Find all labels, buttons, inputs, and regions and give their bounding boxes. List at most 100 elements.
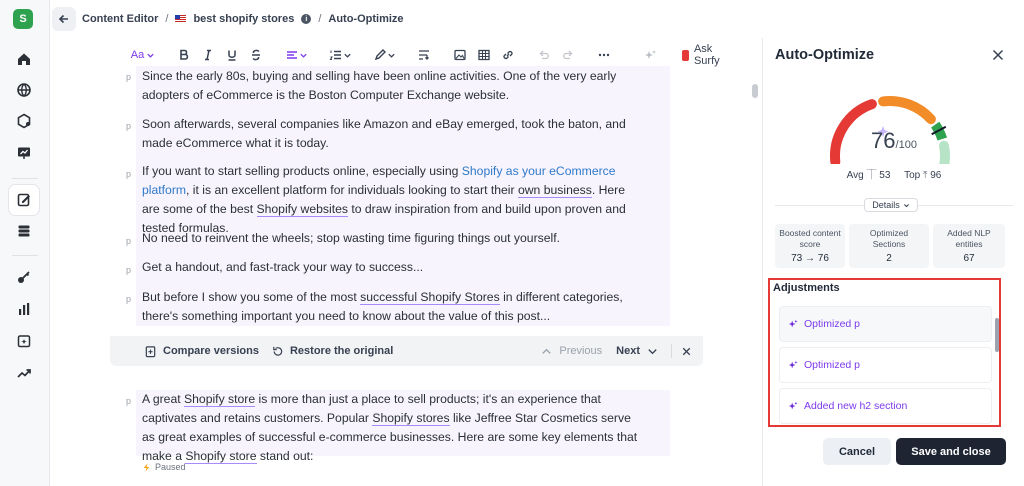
underline-button[interactable] [222,45,242,65]
keyword-highlight[interactable]: Shopify websites [256,202,348,217]
score-max: /100 [895,139,917,151]
paragraph[interactable]: A great Shopify store is more than just … [142,390,642,466]
back-button[interactable] [52,7,76,31]
keyword-highlight[interactable]: successful Shopify Stores [360,290,500,305]
ai-sparkle-button[interactable] [640,45,660,65]
surfy-logo-icon [682,49,689,61]
paragraph[interactable]: Get a handout, and fast-track your way t… [142,258,642,277]
paragraph[interactable]: Since the early 80s, buying and selling … [142,67,642,105]
audit-nav-button[interactable] [9,138,39,168]
bar-chart-icon [19,303,30,315]
previous-button[interactable]: Previous [540,345,602,358]
cancel-button[interactable]: Cancel [823,438,891,465]
avg-label: Avg [846,170,864,181]
adjustment-item[interactable]: Added new h2 section [779,388,992,424]
list-dropdown[interactable] [326,45,354,65]
text-run: , it is an excellent platform for indivi… [186,183,518,197]
growth-nav-button[interactable] [9,358,39,388]
formatting-toolbar: Aa Ask Surfy [128,43,720,67]
insert-table-button[interactable] [474,45,494,65]
text-run: If you want to start selling products on… [142,164,462,178]
hexagon-refresh-icon [17,113,31,129]
redo-button[interactable] [558,45,578,65]
numbered-list-icon [329,50,341,60]
align-dropdown[interactable] [282,45,310,65]
us-flag-icon [175,15,187,23]
paragraph[interactable]: No need to reinvent the wheels; stop was… [142,229,642,248]
next-button[interactable]: Next [616,345,659,358]
keyword-nav-button[interactable] [9,262,39,292]
home-icon [18,53,30,65]
paragraph-tag: p [126,72,132,82]
undo-button[interactable] [534,45,554,65]
analytics-nav-button[interactable] [9,294,39,324]
underline-icon [228,50,236,61]
adjustment-item[interactable]: Optimized p [779,347,992,383]
insert-image-button[interactable] [450,45,470,65]
optimize-nav-button[interactable] [9,106,39,136]
stat-value: 2 [886,253,892,264]
keyword-highlight[interactable]: Shopify stores [372,411,450,426]
details-button[interactable]: Details [864,198,918,212]
clear-format-button[interactable] [414,45,434,65]
keyword-highlight[interactable]: Shopify store [184,392,256,407]
breadcrumb-content-editor[interactable]: Content Editor [82,13,158,25]
editor-scrollbar[interactable] [752,84,758,98]
compare-bar: Compare versions Restore the original Pr… [110,336,703,366]
more-options-button[interactable] [594,45,614,65]
chevron-down-icon [147,53,154,58]
home-nav-button[interactable] [9,44,39,74]
chevron-down-icon [343,53,351,58]
ask-surfy-button[interactable]: Ask Surfy [682,43,724,67]
paragraph[interactable]: But before I show you some of the most s… [142,288,642,326]
breadcrumb-separator: / [165,13,169,25]
arrow-left-icon [58,14,68,24]
paragraph[interactable]: If you want to start selling products on… [142,162,642,238]
top-header: Content Editor / best shopify stores i /… [50,0,762,38]
undo-icon [539,50,549,60]
paragraph[interactable]: Soon afterwards, several companies like … [142,115,642,153]
breadcrumb-document[interactable]: best shopify stores [193,13,294,25]
paragraph-tag: p [126,169,132,179]
top-value: 96 [930,170,942,181]
stat-optimized-sections: Optimized Sections 2 [849,224,929,268]
database-nav-button[interactable] [9,216,39,246]
text-wrap-icon [419,50,429,60]
adjustment-label: Optimized p [804,359,861,371]
text-run: A great [142,392,185,406]
strikethrough-button[interactable] [246,45,266,65]
save-and-close-button[interactable]: Save and close [896,438,1006,465]
keyword-highlight[interactable]: Shopify store [185,449,257,464]
close-compare-button[interactable] [680,345,693,358]
restore-original-button[interactable]: Restore the original [271,345,393,358]
globe-icon [17,83,31,97]
sparkle-icon [788,401,798,410]
content-editor-nav-button[interactable] [9,185,39,215]
globe-nav-button[interactable] [9,75,39,105]
insert-link-button[interactable] [498,45,518,65]
lightning-icon [143,462,150,472]
text-style-dropdown[interactable]: Aa [128,45,158,65]
presentation-chart-icon [18,147,30,159]
app-logo[interactable]: S [13,9,33,29]
paragraph-tag: p [126,236,132,246]
rail-divider [12,255,38,256]
adjustment-item[interactable]: Optimized p [779,306,992,342]
ai-nav-button[interactable] [9,326,39,356]
database-icon [18,225,30,237]
stat-nlp-entities: Added NLP entities 67 [933,224,1005,268]
sparkle-icon [788,319,798,328]
info-icon[interactable]: i [301,14,312,24]
close-icon[interactable] [991,48,1005,62]
edit-document-icon [17,193,30,207]
paragraph-tag: p [126,396,132,406]
content-score: 76/100 [763,128,1024,154]
highlight-dropdown[interactable] [370,45,398,65]
chevron-up-icon [542,348,552,354]
compare-versions-button[interactable]: Compare versions [144,345,259,358]
panel-title: Auto-Optimize [775,47,875,63]
adjustments-scrollbar[interactable] [995,318,999,352]
bold-button[interactable] [174,45,194,65]
keyword-highlight[interactable]: own business [517,183,592,198]
italic-button[interactable] [198,45,218,65]
